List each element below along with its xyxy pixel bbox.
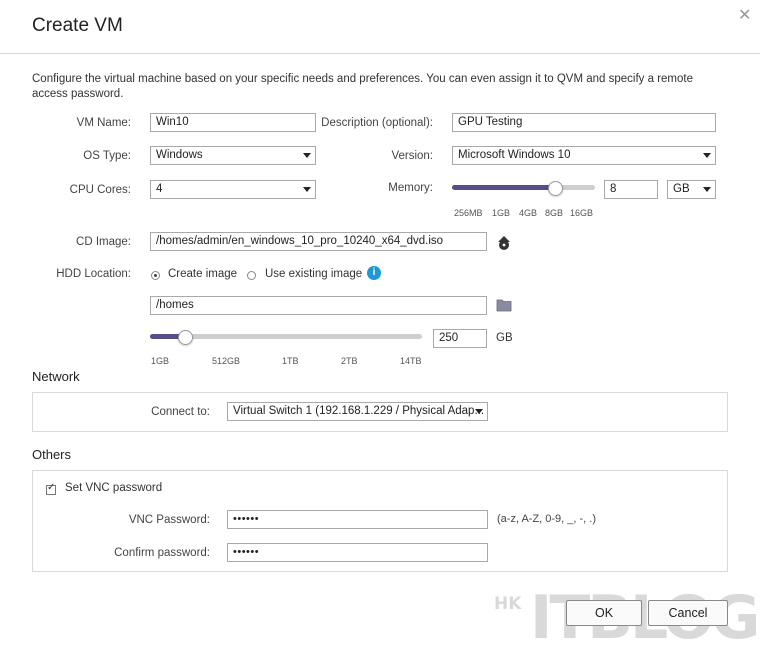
cpu-cores-label: CPU Cores: [69,184,131,196]
hdd-tick: 14TB [400,356,422,366]
os-type-select[interactable]: Windows [150,146,316,165]
dialog-description: Configure the virtual machine based on y… [32,73,693,100]
version-select[interactable]: Microsoft Windows 10 [452,146,716,165]
hdd-tick: 1GB [151,356,170,366]
chevron-down-icon [303,153,311,158]
cpu-cores-value: 4 [156,183,163,195]
cpu-cores-select[interactable]: 4 [150,180,316,199]
memory-tick: 8GB [545,208,564,218]
memory-tick: 256MB [454,208,483,218]
memory-input[interactable]: 8 [604,180,658,199]
confirm-password-label: Confirm password: [114,547,210,559]
confirm-password-input[interactable]: •••••• [227,543,488,562]
vnc-password-checkbox-label: Set VNC password [65,482,163,494]
hdd-location-label: HDD Location: [56,268,131,280]
description-label: Description (optional): [321,117,433,129]
network-section-title: Network [32,369,80,384]
info-icon[interactable]: i [367,266,381,280]
chevron-down-icon [475,409,483,414]
cd-image-label: CD Image: [76,236,131,248]
others-section-title: Others [32,447,72,462]
disc-eject-icon[interactable] [495,233,513,251]
hdd-path-input[interactable]: /homes [150,296,487,315]
chevron-down-icon [703,187,711,192]
watermark-small-text: HK [494,594,522,614]
memory-tick: 4GB [519,208,538,218]
memory-unit-value: GB [673,183,690,195]
vm-name-label: VM Name: [76,117,131,129]
vm-name-input[interactable]: Win10 [150,113,316,132]
memory-unit-select[interactable]: GB [667,180,716,199]
close-icon[interactable]: ✕ [738,5,751,25]
description-input[interactable]: GPU Testing [452,113,716,132]
cd-image-input[interactable]: /homes/admin/en_windows_10_pro_10240_x64… [150,232,487,251]
vnc-password-hint: (a-z, A-Z, 0-9, _, -, .) [497,513,597,525]
cancel-button[interactable]: Cancel [648,600,728,626]
hdd-tick: 512GB [212,356,241,366]
hdd-tick: 2TB [341,356,358,366]
memory-slider-handle[interactable] [547,181,563,196]
vnc-password-label: VNC Password: [128,514,210,526]
hdd-size-slider-handle[interactable] [178,330,194,345]
version-label: Version: [391,150,433,162]
vnc-password-input[interactable]: •••••• [227,510,488,529]
create-image-radio[interactable] [151,271,160,280]
dialog-title: Create VM [32,15,123,36]
hdd-size-unit: GB [496,332,513,344]
connect-to-value: Virtual Switch 1 (192.168.1.229 / Physic… [233,405,485,417]
hdd-tick: 1TB [282,356,299,366]
connect-to-label: Connect to: [151,406,210,418]
chevron-down-icon [703,153,711,158]
hdd-size-input[interactable]: 250 [433,329,487,348]
memory-slider-track[interactable] [452,185,595,190]
header-divider [0,53,760,54]
connect-to-select[interactable]: Virtual Switch 1 (192.168.1.229 / Physic… [227,402,488,421]
version-value: Microsoft Windows 10 [458,149,571,161]
memory-tick: 16GB [570,208,594,218]
ok-button[interactable]: OK [566,600,642,626]
use-existing-image-radio[interactable] [247,271,256,280]
memory-label: Memory: [388,182,433,194]
vnc-password-checkbox[interactable] [46,482,56,495]
create-image-label: Create image [168,268,238,280]
os-type-value: Windows [156,149,203,161]
chevron-down-icon [303,187,311,192]
memory-tick: 1GB [492,208,511,218]
use-existing-image-label: Use existing image [265,268,363,280]
os-type-label: OS Type: [83,150,131,162]
folder-icon[interactable] [496,298,512,312]
memory-slider-fill [452,185,555,190]
